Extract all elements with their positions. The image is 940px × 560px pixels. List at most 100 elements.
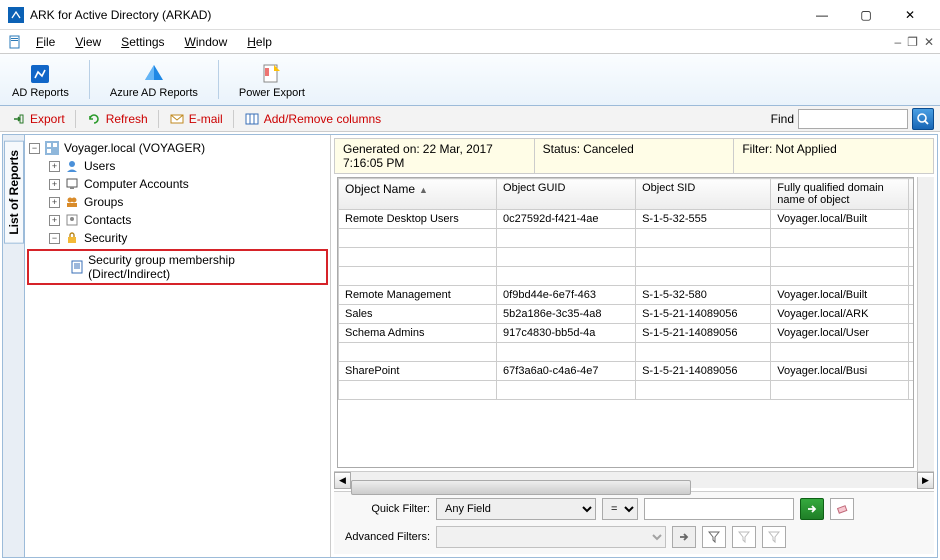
data-grid[interactable]: Object Name▲ Object GUID Object SID Full… [337, 177, 914, 468]
table-row[interactable]: Remote Desktop Users0c27592d-f421-4aeS-1… [339, 210, 915, 229]
azure-ad-reports-button[interactable]: Azure AD Reports [104, 56, 204, 103]
menu-window[interactable]: Window [177, 33, 236, 51]
quick-filter-value[interactable] [644, 498, 794, 520]
cell-members: adminuser1 [908, 343, 914, 362]
collapse-icon[interactable]: − [29, 143, 40, 154]
computer-icon [64, 176, 80, 192]
tree-contacts[interactable]: + Contacts [27, 211, 328, 229]
status-cell: Status: Canceled [535, 139, 735, 173]
cell-guid [497, 267, 636, 286]
col-object-guid[interactable]: Object GUID [497, 179, 636, 210]
quick-filter-field[interactable]: Any Field [436, 498, 596, 520]
advanced-filter-select[interactable] [436, 526, 666, 548]
expand-icon[interactable]: + [49, 197, 60, 208]
email-button[interactable]: E-mail [165, 109, 227, 129]
ad-reports-button[interactable]: AD Reports [6, 56, 75, 103]
cell-sid: S-1-5-32-555 [636, 210, 771, 229]
cell-fqdn [771, 229, 908, 248]
menu-settings[interactable]: Settings [113, 33, 172, 51]
window-title: ARK for Active Directory (ARKAD) [30, 8, 800, 22]
contact-icon [64, 212, 80, 228]
col-object-sid[interactable]: Object SID [636, 179, 771, 210]
scroll-right-button[interactable]: ▶ [917, 472, 934, 489]
side-tabs: List of Reports [3, 135, 25, 557]
toolbar: Export Refresh E-mail Add/Remove columns… [0, 106, 940, 132]
filter-button-1[interactable] [702, 526, 726, 548]
cell-name [339, 381, 497, 400]
new-doc-icon[interactable] [6, 33, 24, 51]
col-object-name[interactable]: Object Name▲ [339, 179, 497, 210]
menu-file[interactable]: File [28, 33, 63, 51]
advanced-filters-label: Advanced Filters: [340, 531, 430, 543]
menu-view[interactable]: View [67, 33, 109, 51]
funnel-icon [768, 531, 780, 543]
tree-security-group-membership[interactable]: Security group membership (Direct/Indire… [27, 249, 328, 285]
mdi-restore-icon[interactable]: ❐ [907, 35, 918, 49]
quick-filter-apply-button[interactable] [800, 498, 824, 520]
cell-guid [497, 229, 636, 248]
table-row[interactable]: Remote Management0f9bd44e-6e7f-463S-1-5-… [339, 286, 915, 305]
menu-help[interactable]: Help [239, 33, 280, 51]
quick-filter-clear-button[interactable] [830, 498, 854, 520]
main-panel: Generated on: 22 Mar, 2017 7:16:05 PM St… [331, 135, 937, 557]
maximize-button[interactable]: ▢ [844, 0, 888, 30]
cell-name: Remote Desktop Users [339, 210, 497, 229]
minimize-button[interactable]: — [800, 0, 844, 30]
filter-button-3[interactable] [762, 526, 786, 548]
tree-computer-accounts[interactable]: + Computer Accounts [27, 175, 328, 193]
cell-name: Sales [339, 305, 497, 324]
export-button[interactable]: Export [6, 109, 69, 129]
cell-guid [497, 248, 636, 267]
sort-asc-icon: ▲ [419, 185, 428, 195]
tree-groups[interactable]: + Groups [27, 193, 328, 211]
col-members[interactable]: Members [908, 179, 914, 210]
collapse-icon[interactable]: − [49, 233, 60, 244]
col-fqdn[interactable]: Fully qualified domain name of object [771, 179, 908, 210]
cell-members: spapppool3_sp13- [908, 286, 914, 305]
table-row[interactable]: spapppool3_sp13-User [339, 248, 915, 267]
cell-members: adminuser3 [908, 229, 914, 248]
cell-name [339, 248, 497, 267]
scroll-thumb[interactable] [351, 480, 691, 495]
add-remove-columns-button[interactable]: Add/Remove columns [240, 109, 385, 129]
azure-ad-reports-icon [141, 61, 167, 87]
filter-cell: Filter: Not Applied [734, 139, 933, 173]
expand-icon[interactable]: + [49, 215, 60, 226]
cell-guid: 67f3a6a0-c4a6-4e7 [497, 362, 636, 381]
mdi-minimize-icon[interactable]: – [894, 35, 901, 49]
tree-root[interactable]: − Voyager.local (VOYAGER) [27, 139, 328, 157]
power-export-button[interactable]: Power Export [233, 56, 311, 103]
tree-users[interactable]: + Users [27, 157, 328, 175]
cell-sid [636, 229, 771, 248]
cell-sid: S-1-5-21-14089056 [636, 305, 771, 324]
cell-guid [497, 343, 636, 362]
advanced-filter-apply-button[interactable] [672, 526, 696, 548]
refresh-button[interactable]: Refresh [82, 109, 152, 129]
cell-name [339, 229, 497, 248]
table-row[interactable]: adminuser3User [339, 229, 915, 248]
tree-security[interactable]: − Security [27, 229, 328, 247]
mdi-close-icon[interactable]: ✕ [924, 35, 934, 49]
expand-icon[interactable]: + [49, 179, 60, 190]
horizontal-scrollbar[interactable]: ◀ ▶ [334, 471, 934, 488]
table-row[interactable]: adminuser1User [339, 343, 915, 362]
table-row[interactable]: SharePoint67f3a6a0-c4a6-4e7S-1-5-21-1408… [339, 362, 915, 381]
tree-view[interactable]: − Voyager.local (VOYAGER) + Users + Comp… [25, 135, 331, 557]
list-of-reports-tab[interactable]: List of Reports [4, 141, 24, 244]
find-input[interactable] [798, 109, 908, 129]
expand-icon[interactable]: + [49, 161, 60, 172]
cell-sid: S-1-5-32-580 [636, 286, 771, 305]
find-button[interactable] [912, 108, 934, 130]
vertical-scrollbar[interactable] [917, 177, 934, 471]
table-row[interactable]: DesignersSecurity Grou [339, 381, 915, 400]
scroll-left-button[interactable]: ◀ [334, 472, 351, 489]
cell-sid [636, 381, 771, 400]
quick-filter-op[interactable]: = [602, 498, 638, 520]
close-button[interactable]: ✕ [888, 0, 932, 30]
filter-button-2[interactable] [732, 526, 756, 548]
domain-icon [44, 140, 60, 156]
table-row[interactable]: Kalu G. JonesUser [339, 267, 915, 286]
table-row[interactable]: Sales5b2a186e-3c35-4a8S-1-5-21-14089056V… [339, 305, 915, 324]
menu-bar: File View Settings Window Help – ❐ ✕ [0, 30, 940, 54]
table-row[interactable]: Schema Admins917c4830-bb5d-4aS-1-5-21-14… [339, 324, 915, 343]
